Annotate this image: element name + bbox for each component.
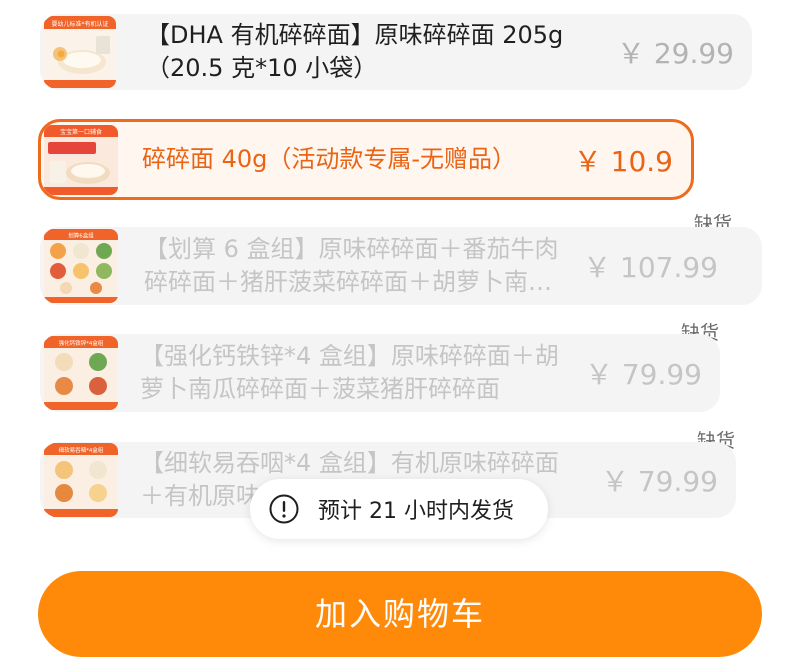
product-thumbnail: 婴幼儿标准*有机认证 [44,16,116,88]
sku-price: ￥ 79.99 [584,358,702,391]
product-thumbnail: 细软易吞咽*4盒组 [44,443,118,517]
svg-text:宝宝第一口辅食: 宝宝第一口辅食 [60,128,102,136]
sku-title: 碎碎面 40g（活动款专属-无赠品） [142,145,517,173]
sku-price: ￥ 107.99 [583,251,718,284]
add-to-cart-button[interactable]: 加入购物车 [38,571,762,657]
svg-text:婴幼儿标准*有机认证: 婴幼儿标准*有机认证 [51,20,108,28]
sku-option-dha-205g[interactable]: 婴幼儿标准*有机认证 【DHA 有机碎碎面】原味碎碎面 205g（20.5 克*… [40,14,752,90]
sku-price: ￥ 10.9 [573,144,673,178]
sku-title: 【DHA 有机碎碎面】原味碎碎面 205g（20.5 克*10 小袋） [146,21,564,82]
sku-price: ￥ 29.99 [616,37,734,70]
sku-title: 【划算 6 盒组】原味碎碎面＋番茄牛肉碎碎面＋猪肝菠菜碎碎面＋胡萝卜南瓜碎碎面 [144,235,559,296]
product-thumbnail: 宝宝第一口辅食 [44,124,118,195]
product-thumbnail: 划算6盒组 [44,229,118,303]
sku-option-40g-promo[interactable]: 宝宝第一口辅食 碎碎面 40g（活动款专属-无赠品） ￥ 10.9 [38,119,694,200]
toast-text: 预计 21 小时内发货 [318,499,514,524]
exclamation-circle-icon [268,493,300,525]
svg-text:强化钙铁锌*4盒组: 强化钙铁锌*4盒组 [59,339,104,347]
shipping-estimate-toast: 预计 21 小时内发货 [250,479,548,539]
svg-text:划算6盒组: 划算6盒组 [68,232,94,240]
svg-text:细软易吞咽*4盒组: 细软易吞咽*4盒组 [59,446,104,454]
product-thumbnail: 强化钙铁锌*4盒组 [44,336,118,410]
sku-option-calcium-iron-zinc-4-box[interactable]: 强化钙铁锌*4盒组 【强化钙铁锌*4 盒组】原味碎碎面＋胡萝卜南瓜碎碎面＋菠菜猪… [40,334,720,412]
sku-option-6-box-bundle[interactable]: 划算6盒组 【划算 6 盒组】原味碎碎面＋番茄牛肉碎碎面＋猪肝菠菜碎碎面＋胡萝卜… [40,227,762,305]
sku-title: 【强化钙铁锌*4 盒组】原味碎碎面＋胡萝卜南瓜碎碎面＋菠菜猪肝碎碎面 [140,342,559,403]
sku-price: ￥ 79.99 [600,465,718,498]
